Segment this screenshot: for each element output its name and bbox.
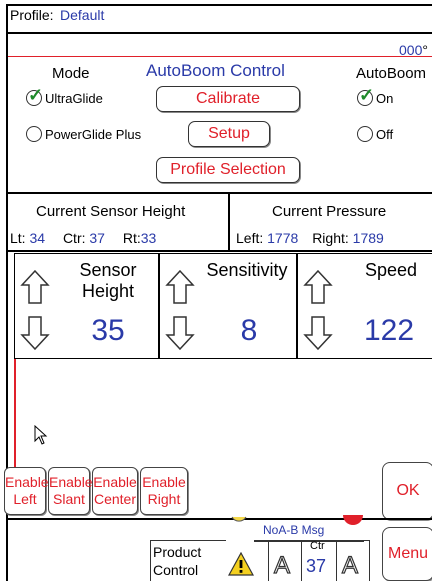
lt-value: 34 <box>29 230 46 246</box>
rt-value: 33 <box>140 230 157 246</box>
left-pressure-label: Left: <box>236 230 264 246</box>
ctr-value: 37 <box>306 556 327 576</box>
bottom-divider <box>8 518 432 520</box>
speed-value: 122 <box>363 314 415 347</box>
rt-label: Rt: <box>122 230 141 246</box>
autoboom-off-radio[interactable] <box>357 126 373 142</box>
profile-bar: Profile: Default <box>6 4 432 26</box>
up-arrow-icon[interactable] <box>165 269 195 305</box>
noa-msg-label: NoA-B Msg <box>263 523 325 537</box>
pressure-values: Left: 1778 Right: 1789 <box>236 230 384 246</box>
cursor-icon <box>34 425 48 445</box>
speed-control: Speed 122 <box>297 253 432 359</box>
product-control-button[interactable]: Product Control <box>150 540 226 581</box>
enable-slant-button[interactable]: Enable Slant <box>48 467 93 515</box>
sensitivity-label: Sensitivity <box>206 260 288 280</box>
enable-left-line1: Enable <box>5 474 49 490</box>
header-divider <box>8 32 432 34</box>
sensor-height-label-2: Height <box>81 281 135 301</box>
status-icon <box>231 516 247 522</box>
pressure-title: Current Pressure <box>272 203 387 220</box>
sensitivity-value: 8 <box>240 314 258 347</box>
profile-selection-button[interactable]: Profile Selection <box>156 157 300 183</box>
sensor-height-value: 35 <box>91 314 125 347</box>
product-control-line1: Product <box>153 544 202 560</box>
powerglide-radio[interactable] <box>26 126 42 142</box>
autoboom-off-label: Off <box>376 127 394 142</box>
ok-button[interactable]: OK <box>382 462 432 520</box>
right-pressure-value: 1789 <box>352 230 384 246</box>
enable-left-line2: Left <box>13 491 37 507</box>
autoboom-title: AutoBoom Control <box>146 61 285 80</box>
calibrate-button[interactable]: Calibrate <box>156 86 300 112</box>
red-accent-line <box>14 359 16 467</box>
ctr-label: Ctr: <box>62 230 86 246</box>
enable-slant-line1: Enable <box>49 474 93 490</box>
sensor-height-values: Lt: 34 Ctr: 37 Rt:33 <box>10 230 156 246</box>
readout-divider <box>228 194 230 252</box>
sensor-height-label-1: Sensor <box>79 260 137 280</box>
ultraglide-label: UltraGlide <box>45 91 103 106</box>
up-arrow-icon[interactable] <box>303 269 333 305</box>
alert-badge-icon <box>343 515 363 525</box>
enable-center-line2: Center <box>93 491 137 507</box>
speed-label: Speed <box>364 260 418 280</box>
enable-center-button[interactable]: Enable Center <box>92 467 138 515</box>
ctr-value: 37 <box>89 230 105 246</box>
lt-label: Lt: <box>10 230 26 246</box>
down-arrow-icon[interactable] <box>303 315 333 351</box>
product-control-line2: Control <box>153 562 199 578</box>
down-arrow-icon[interactable] <box>20 315 50 351</box>
profile-value: Default <box>60 7 105 23</box>
setup-button[interactable]: Setup <box>188 121 270 147</box>
sensor-height-control: Sensor Height 35 <box>14 253 158 359</box>
left-pressure-value: 1778 <box>267 230 299 246</box>
autoboom-on-label: On <box>376 91 394 106</box>
enable-left-button[interactable]: Enable Left <box>4 467 49 515</box>
right-pressure-label: Right: <box>312 230 349 246</box>
profile-label: Profile: <box>10 7 54 23</box>
menu-button[interactable]: Menu <box>382 527 432 581</box>
sensor-height-title: Current Sensor Height <box>36 203 186 220</box>
ctr-label: Ctr <box>310 540 325 552</box>
enable-right-button[interactable]: Enable Right <box>140 467 188 515</box>
up-arrow-icon[interactable] <box>20 269 50 305</box>
checkmark-icon: ✓ <box>359 85 375 105</box>
enable-right-line1: Enable <box>142 474 186 490</box>
warning-icon <box>228 552 254 576</box>
enable-right-line2: Right <box>147 491 181 507</box>
sensor-a-left-icon: A <box>273 551 291 579</box>
enable-center-line1: Enable <box>93 474 137 490</box>
sensor-a-right-icon: A <box>341 551 359 579</box>
checkmark-icon: ✓ <box>28 85 44 105</box>
autoboom-label: AutoBoom <box>356 65 427 82</box>
down-arrow-icon[interactable] <box>165 315 195 351</box>
sensitivity-control: Sensitivity 8 <box>159 253 296 359</box>
powerglide-label: PowerGlide Plus <box>45 127 142 142</box>
mode-label: Mode <box>52 65 90 82</box>
enable-slant-line2: Slant <box>53 491 85 507</box>
